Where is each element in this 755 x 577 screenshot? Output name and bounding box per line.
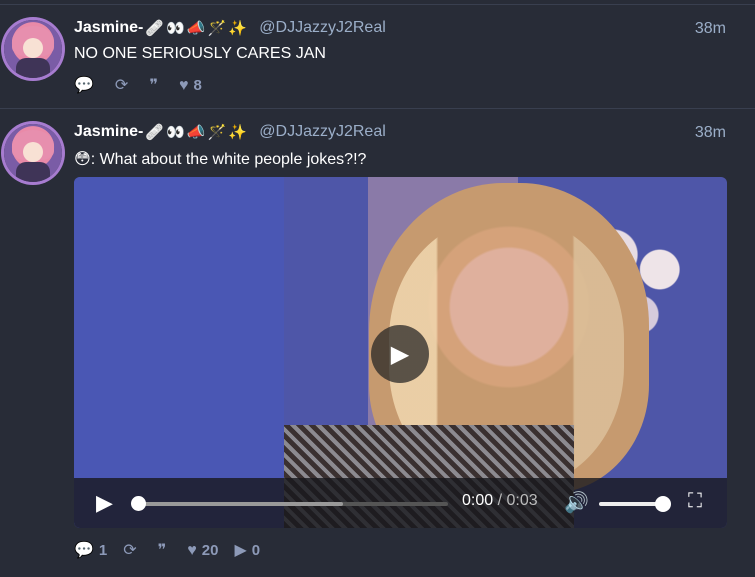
video-time-display: 0:00 / 0:03: [462, 492, 538, 510]
reply-button[interactable]: 💬 1: [74, 542, 107, 559]
avatar-face: [23, 142, 43, 162]
avatar-face: [23, 38, 43, 58]
post-content: 😳: What about the white people jokes?!?: [74, 149, 366, 169]
post-actions: 💬 1 ⟳ ❞ ♥ 20 ▶ 0: [74, 542, 260, 559]
account-handle[interactable]: @DJJazzyJ2Real: [259, 19, 386, 36]
quote-button[interactable]: ❞: [149, 76, 163, 94]
post-content: NO ONE SERIOUSLY CARES JAN: [74, 45, 326, 62]
author-line[interactable]: Jasmine- 🩹 👀 📣 🪄 ✨ @DJJazzyJ2Real: [74, 19, 386, 37]
quote-button[interactable]: ❞: [157, 541, 172, 559]
author-line[interactable]: Jasmine- 🩹 👀 📣 🪄 ✨ @DJJazzyJ2Real: [74, 123, 386, 141]
video-background-panel: [74, 177, 284, 528]
current-time: 0:00: [462, 492, 494, 509]
post-time[interactable]: 38m: [695, 20, 726, 38]
fullscreen-icon[interactable]: ⛶: [688, 490, 702, 513]
quote-icon: ❞: [157, 541, 167, 559]
time-separator: /: [497, 492, 503, 509]
boost-button[interactable]: ⟳: [114, 76, 133, 94]
video-player[interactable]: ▶ ▶ 0:00 / 0:03 🔊 ⛶: [74, 177, 727, 528]
status-post[interactable]: Jasmine- 🩹 👀 📣 🪄 ✨ @DJJazzyJ2Real 38m NO ONE …: [0, 5, 755, 109]
wand-emoji: 🪄: [207, 124, 227, 141]
display-name[interactable]: Jasmine-: [74, 19, 143, 36]
play-count-button[interactable]: ▶ 0: [234, 542, 260, 559]
bandage-emoji: 🩹: [145, 124, 165, 141]
megaphone-emoji: 📣: [186, 20, 206, 37]
heart-icon: ♥: [187, 541, 197, 559]
sparkles-emoji: ✨: [228, 20, 247, 37]
avatar[interactable]: [4, 20, 62, 78]
avatar[interactable]: [4, 124, 62, 182]
volume-slider[interactable]: [599, 496, 671, 512]
favourite-count: 8: [193, 77, 202, 94]
video-buffered-fill: [135, 502, 343, 506]
favourite-button[interactable]: ♥ 8: [179, 77, 202, 94]
repost-icon: ⟳: [114, 76, 129, 94]
post-content-text: : What about the white people jokes?!?: [90, 151, 367, 168]
play-icon: ▶: [234, 541, 247, 559]
repost-icon: ⟳: [123, 541, 137, 559]
duration: 0:03: [506, 492, 538, 509]
quote-icon: ❞: [149, 76, 158, 94]
favourite-count: 20: [201, 542, 219, 559]
video-progress-bar[interactable]: [131, 496, 448, 511]
volume-icon[interactable]: 🔊: [564, 490, 589, 515]
eyes-emoji: 👀: [166, 124, 185, 141]
avatar-body: [16, 58, 50, 78]
reply-count: 1: [98, 542, 108, 559]
reply-button[interactable]: 💬: [74, 76, 99, 94]
wand-emoji: 🪄: [207, 20, 227, 37]
post-actions: 💬 ⟳ ❞ ♥ 8: [74, 77, 202, 94]
heart-icon: ♥: [178, 76, 189, 94]
speech-bubble-icon: 💬: [74, 76, 94, 94]
play-count: 0: [251, 542, 261, 559]
favourite-button[interactable]: ♥ 20: [187, 542, 218, 559]
video-play-button[interactable]: ▶: [371, 325, 429, 383]
speech-bubble-icon: 💬: [74, 541, 94, 559]
flushed-face-emoji: 😳: [74, 151, 91, 168]
status-post[interactable]: Jasmine- 🩹 👀 📣 🪄 ✨ @DJJazzyJ2Real 38m 😳: What…: [0, 109, 755, 577]
video-control-play-button[interactable]: ▶: [96, 490, 113, 516]
video-progress-handle[interactable]: [131, 496, 146, 511]
boost-button[interactable]: ⟳: [123, 541, 141, 559]
post-time[interactable]: 38m: [695, 124, 726, 142]
play-icon: ▶: [390, 340, 410, 368]
eyes-emoji: 👀: [166, 20, 185, 37]
avatar-body: [16, 162, 50, 182]
sparkles-emoji: ✨: [228, 124, 247, 141]
video-controls: ▶ 0:00 / 0:03 🔊 ⛶: [74, 478, 727, 528]
megaphone-emoji: 📣: [186, 124, 206, 141]
display-name[interactable]: Jasmine-: [74, 123, 143, 140]
volume-handle[interactable]: [655, 496, 671, 512]
account-handle[interactable]: @DJJazzyJ2Real: [259, 123, 386, 140]
bandage-emoji: 🩹: [145, 20, 165, 37]
